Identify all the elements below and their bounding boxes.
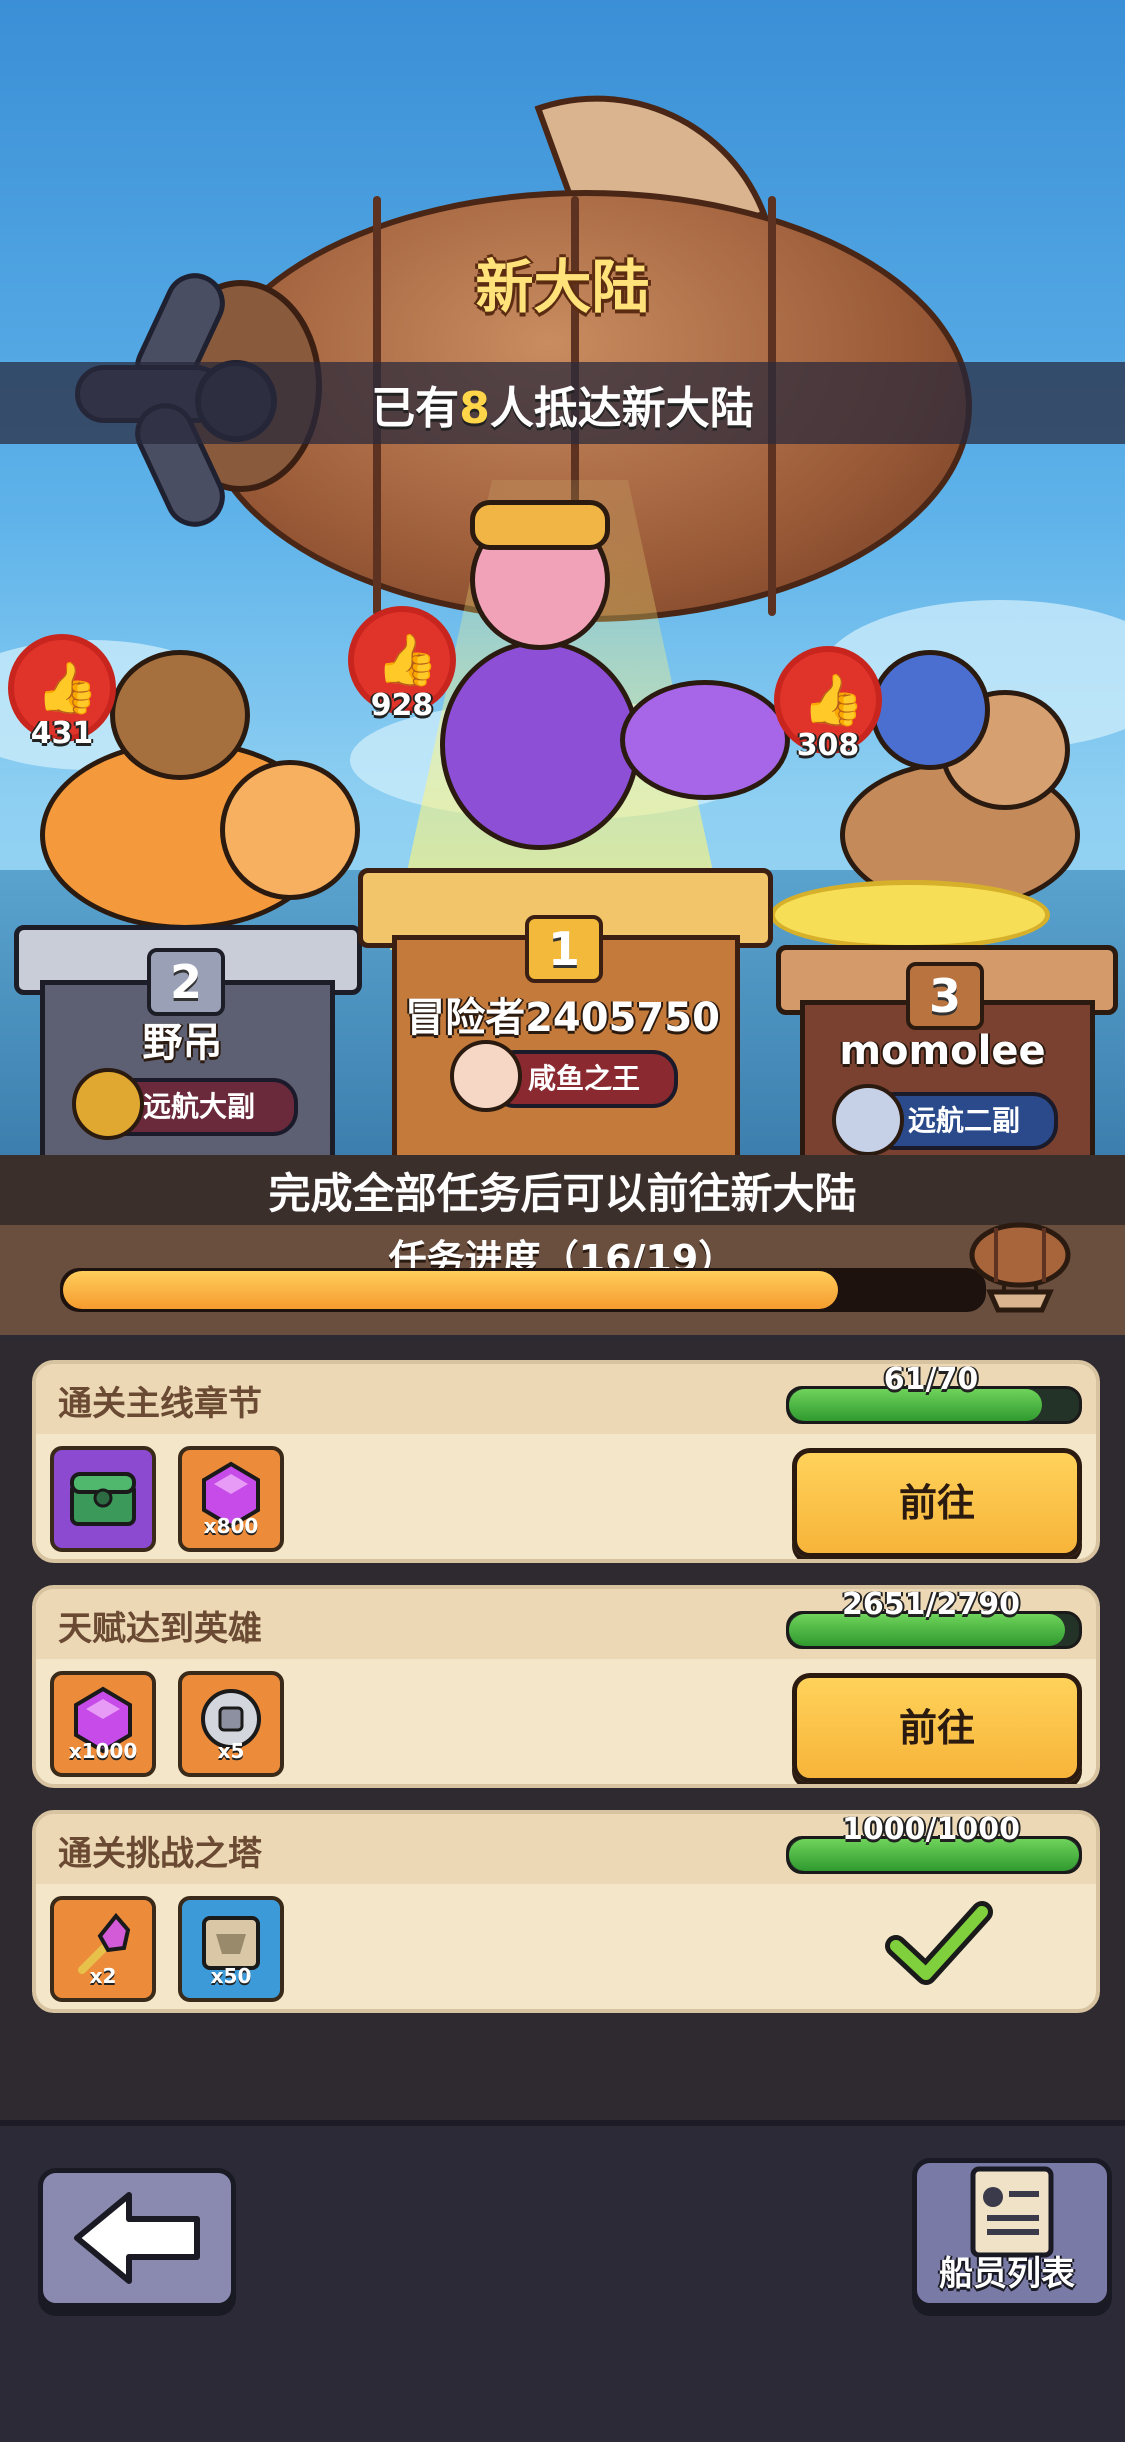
go-button[interactable]: 前往 [792, 1448, 1082, 1558]
task-progress-bar [60, 1268, 986, 1312]
player-name-2[interactable]: 野吊 [40, 1010, 325, 1068]
task-progress-fill [63, 1271, 838, 1309]
player-name-1[interactable]: 冒险者2405750 [380, 985, 745, 1043]
go-button[interactable]: 前往 [792, 1673, 1082, 1783]
crew-list-label: 船员列表 [939, 2254, 1075, 2294]
reward-quantity: x50 [210, 1964, 252, 1988]
check-icon [885, 1901, 993, 1985]
task-title: 通关主线章节 [58, 1384, 262, 1424]
capybara-rider [110, 650, 250, 780]
rank-1-badge: 1 [525, 915, 603, 983]
anchor-gold-icon [72, 1068, 144, 1140]
task-card: 通关挑战之塔 1000/1000 x2 x50 [32, 1810, 1100, 2013]
yellow-cloud [770, 880, 1050, 950]
purple-gem-icon[interactable]: x1000 [50, 1671, 156, 1777]
title-avatar-icon [450, 1040, 522, 1112]
back-button[interactable] [38, 2168, 236, 2308]
chest-icon[interactable] [50, 1446, 156, 1552]
reward-quantity: x5 [217, 1739, 245, 1763]
task-card: 天赋达到英雄 2651/2790 x1000 x5 前往 [32, 1585, 1100, 1788]
reward-quantity: x1000 [68, 1739, 138, 1763]
reward-quantity: x2 [89, 1964, 117, 1988]
like-badge-1[interactable]: 👍 928 [354, 612, 450, 723]
page-title: 新大陆 [475, 253, 650, 321]
task-card: 通关主线章节 61/70 x800 前往 [32, 1360, 1100, 1563]
task-title: 天赋达到英雄 [58, 1609, 262, 1649]
reward-quantity: x800 [203, 1514, 259, 1538]
magic-scepter-icon[interactable]: x2 [50, 1896, 156, 2002]
anchor-silver-icon [832, 1084, 904, 1156]
thumbs-up-icon: 👍 [36, 659, 99, 717]
blue-rider [870, 650, 990, 770]
task-title: 通关挑战之塔 [58, 1834, 262, 1874]
player-name-3[interactable]: momolee [790, 1028, 1095, 1074]
purple-dragon-character[interactable] [440, 640, 640, 850]
silver-coin-icon[interactable]: x5 [178, 1671, 284, 1777]
purple-gem-icon[interactable]: x800 [178, 1446, 284, 1552]
thumbs-up-icon: 👍 [376, 631, 439, 689]
task-progress-text: 61/70 [883, 1362, 979, 1397]
dragon-head [620, 680, 790, 800]
arrival-text: 已有8人抵达新大陆 [371, 383, 754, 434]
requirement-text: 完成全部任务后可以前往新大陆 [268, 1169, 857, 1218]
back-arrow-icon [74, 2192, 200, 2284]
tiger-head [220, 760, 360, 900]
like-badge-2[interactable]: 👍 431 [14, 640, 110, 751]
like-badge-3[interactable]: 👍 308 [780, 652, 876, 763]
rank-3-badge: 3 [906, 962, 984, 1030]
task-list[interactable]: 通关主线章节 61/70 x800 前往 天赋达到英雄 2651/2790 x1… [0, 1340, 1125, 2120]
straw-hat [470, 500, 610, 550]
blueprint-icon[interactable]: x50 [178, 1896, 284, 2002]
airship-icon[interactable] [960, 1210, 1080, 1320]
task-progress-text: 1000/1000 [842, 1812, 1020, 1847]
thumbs-up-icon: 👍 [802, 671, 865, 729]
rank-2-badge: 2 [147, 948, 225, 1016]
task-progress-text: 2651/2790 [842, 1587, 1020, 1622]
